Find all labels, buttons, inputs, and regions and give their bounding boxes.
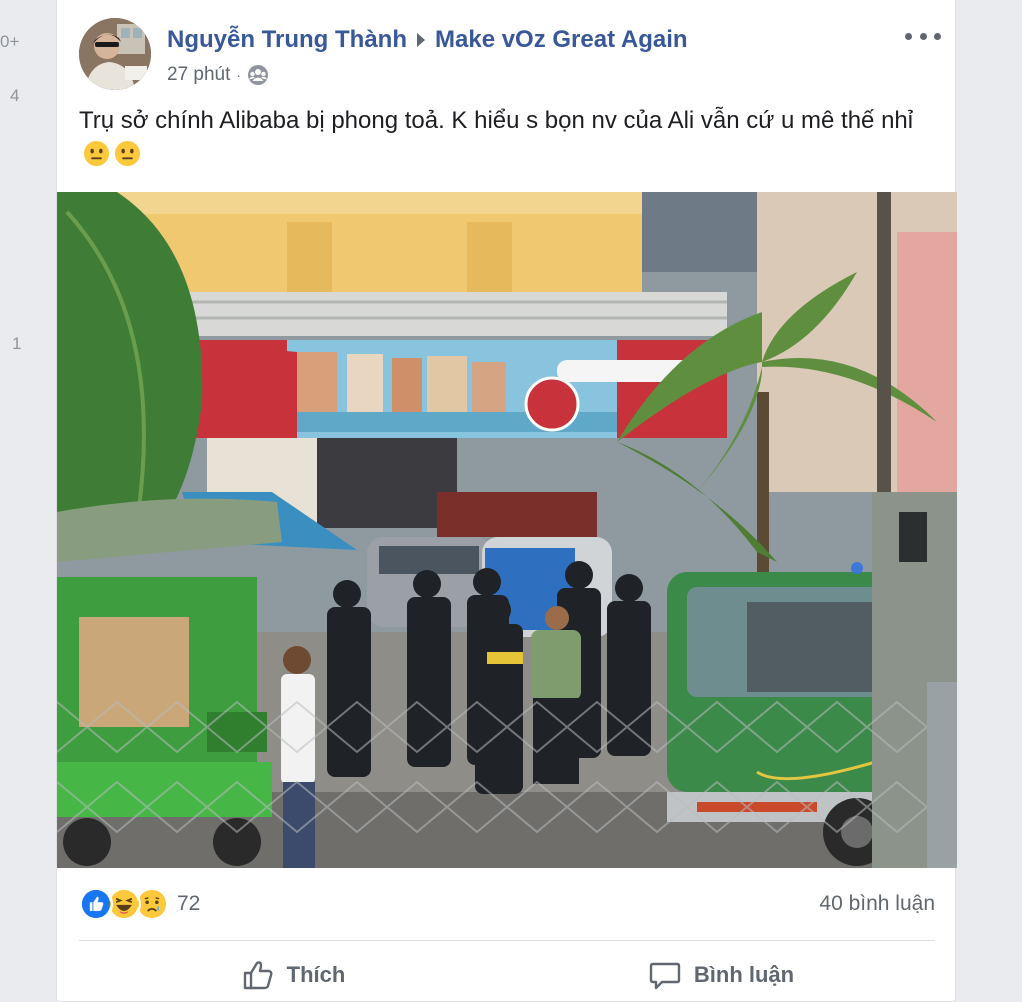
- comments-count-link[interactable]: 40 bình luận: [819, 892, 935, 916]
- comment-button[interactable]: Bình luận: [507, 948, 935, 1002]
- author-name-link[interactable]: Nguyễn Trung Thành: [167, 26, 407, 54]
- gutter-number: 0+: [0, 32, 20, 51]
- post-text-content: Trụ sở chính Alibaba bị phong toả. K hiể…: [79, 107, 914, 134]
- like-button-label: Thích: [286, 962, 346, 987]
- neutral-face-emoji-icon: [83, 140, 110, 167]
- post-photo-illustration: [57, 192, 957, 868]
- gutter-number: 4: [10, 86, 20, 105]
- gutter-number: 1: [12, 334, 22, 353]
- comment-button-label: Bình luận: [693, 962, 795, 987]
- post-text: Trụ sở chính Alibaba bị phong toả. K hiể…: [79, 104, 929, 172]
- like-button[interactable]: Thích: [79, 948, 507, 1002]
- more-options-icon[interactable]: [905, 26, 941, 46]
- left-gutter: 0+ 4 1: [0, 0, 56, 1002]
- post-photo[interactable]: [57, 192, 957, 868]
- post-header: Nguyễn Trung Thành Make vOz Great Again …: [79, 18, 941, 98]
- reaction-summary[interactable]: 72: [79, 887, 200, 921]
- post-card: Nguyễn Trung Thành Make vOz Great Again …: [56, 0, 957, 1002]
- author-line: Nguyễn Trung Thành Make vOz Great Again: [167, 26, 688, 54]
- post-timestamp[interactable]: 27 phút: [167, 64, 230, 86]
- author-avatar[interactable]: [79, 18, 151, 90]
- divider: [79, 940, 935, 941]
- header-text: Nguyễn Trung Thành Make vOz Great Again …: [167, 26, 688, 86]
- meta-separator: ·: [236, 67, 242, 83]
- group-name-link[interactable]: Make vOz Great Again: [435, 26, 688, 54]
- action-bar: Thích Bình luận: [79, 948, 935, 1002]
- comment-bubble-icon: [649, 962, 681, 990]
- post-meta: 27 phút ·: [167, 64, 688, 86]
- arrow-right-icon: [417, 33, 425, 47]
- group-icon[interactable]: [247, 64, 269, 86]
- reaction-count: 72: [177, 892, 201, 915]
- like-icon: [79, 887, 113, 921]
- thumbs-up-icon: [243, 961, 273, 990]
- neutral-face-emoji-icon: [114, 140, 141, 167]
- reactions-bar: 72 40 bình luận: [79, 884, 935, 924]
